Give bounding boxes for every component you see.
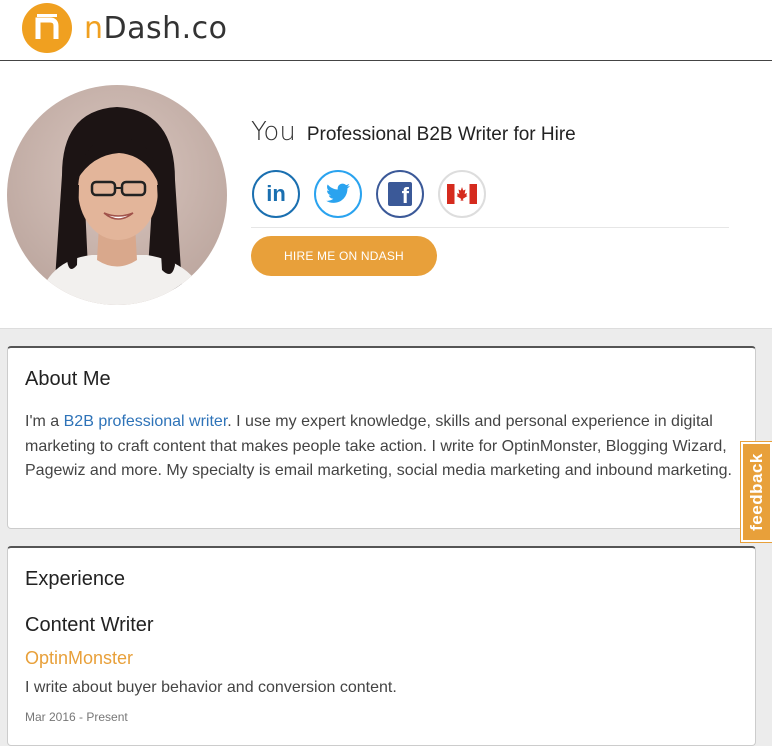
facebook-icon-glyph: f [401, 183, 409, 207]
feedback-label: feedback [746, 453, 766, 531]
b2b-writer-link[interactable]: B2B professional writer [64, 413, 228, 430]
avatar [7, 85, 227, 305]
job-company[interactable]: OptinMonster [25, 648, 133, 669]
logo-wordmark: nDash.co [84, 11, 228, 46]
ndash-logo[interactable]: nDash.co [22, 3, 228, 53]
experience-card: Experience Content Writer OptinMonster I… [7, 546, 756, 746]
twitter-icon [326, 183, 350, 203]
hire-me-button[interactable]: HIRE ME ON NDASH [251, 236, 437, 276]
about-card: About Me I'm a B2B professional writer. … [7, 346, 756, 529]
job-title: Content Writer [25, 614, 154, 636]
ndash-logo-icon [22, 3, 72, 53]
job-dates: Mar 2016 - Present [25, 710, 128, 724]
experience-title: Experience [25, 568, 126, 590]
linkedin-icon: in [266, 181, 286, 206]
logo-wordmark-n: n [84, 10, 104, 46]
facebook-link[interactable]: f [376, 170, 424, 218]
profile-name: You [251, 117, 296, 147]
twitter-link[interactable] [314, 170, 362, 218]
profile-hero: You Professional B2B Writer for Hire in … [0, 61, 772, 329]
job-description: I write about buyer behavior and convers… [25, 679, 397, 696]
profile-heading: You Professional B2B Writer for Hire [251, 117, 576, 147]
feedback-tab[interactable]: feedback [740, 441, 772, 543]
linkedin-link[interactable]: in [252, 170, 300, 218]
about-title: About Me [25, 368, 111, 390]
social-links: in f [252, 170, 500, 218]
logo-wordmark-rest: Dash.co [103, 10, 228, 46]
canada-flag-link[interactable] [438, 170, 486, 218]
hero-divider [251, 227, 729, 228]
about-text: I'm a B2B professional writer. I use my … [25, 410, 740, 484]
profile-tagline: Professional B2B Writer for Hire [306, 124, 576, 145]
facebook-icon: f [388, 182, 412, 206]
about-text-before: I'm a [25, 413, 64, 430]
canada-flag-icon [447, 184, 477, 204]
site-header: nDash.co [0, 0, 772, 61]
